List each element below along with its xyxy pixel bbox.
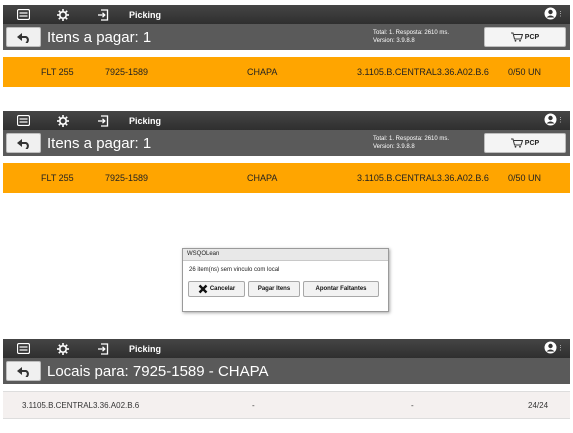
- close-icon: [198, 284, 208, 294]
- pcp-label: PCP: [524, 33, 540, 41]
- undo-icon: [16, 32, 29, 43]
- app-title: Picking: [129, 115, 162, 126]
- gear-icon[interactable]: [43, 339, 83, 358]
- response-info: Total: 1. Resposta: 2610 ms. Version: 3.…: [373, 29, 449, 45]
- location-code: 3.1105.B.CENTRAL3.36.A02.B.6: [22, 401, 140, 410]
- overflow-dots-icon: ⋮: [557, 10, 564, 18]
- overflow-dots-icon: ⋮: [557, 116, 564, 124]
- cart-icon: [510, 138, 523, 148]
- cancel-button[interactable]: Cancelar: [188, 281, 245, 297]
- item-part-number: 7925-1589: [105, 67, 149, 77]
- dialog-buttons: Cancelar Pagar Itens Apontar Faltantes: [183, 281, 388, 297]
- user-menu[interactable]: ⋮: [544, 113, 564, 126]
- menu-list-icon[interactable]: [3, 339, 43, 358]
- item-code: FLT 255: [41, 67, 74, 77]
- overflow-dots-icon: ⋮: [557, 344, 564, 352]
- item-description: CHAPA: [247, 173, 278, 183]
- screen-locais: Picking ⋮ Locais para: 7925-1589 - CHAPA…: [3, 339, 570, 432]
- undo-icon: [16, 366, 29, 377]
- item-row[interactable]: FLT 255 7925-1589 CHAPA 3.1105.B.CENTRAL…: [3, 163, 570, 193]
- version-text: Version: 3.9.8.8: [373, 38, 415, 44]
- gear-icon[interactable]: [43, 111, 83, 130]
- item-row[interactable]: FLT 255 7925-1589 CHAPA 3.1105.B.CENTRAL…: [3, 57, 570, 87]
- user-menu[interactable]: ⋮: [544, 7, 564, 20]
- app-title: Picking: [129, 343, 162, 354]
- pcp-button[interactable]: PCP: [484, 133, 566, 153]
- back-button[interactable]: [6, 133, 41, 153]
- item-description: CHAPA: [247, 67, 278, 77]
- back-button[interactable]: [6, 361, 41, 381]
- user-icon: [544, 113, 557, 126]
- pay-items-label: Pagar Itens: [257, 286, 291, 292]
- top-toolbar: Picking ⋮: [3, 5, 570, 24]
- pcp-label: PCP: [524, 139, 540, 147]
- response-info: Total: 1. Resposta: 2610 ms. Version: 3.…: [373, 135, 449, 151]
- response-time: Total: 1. Resposta: 2610 ms.: [373, 30, 450, 36]
- item-quantity: 0/50 UN: [508, 67, 542, 77]
- top-toolbar: Picking ⋮: [3, 339, 570, 358]
- location-col3: -: [411, 401, 414, 410]
- back-button[interactable]: [6, 27, 41, 47]
- dialog-message: 26 item(ns) sem vinculo com local: [189, 267, 280, 273]
- header-bar: Locais para: 7925-1589 - CHAPA: [3, 358, 570, 384]
- logout-icon[interactable]: [83, 5, 123, 24]
- report-missing-button[interactable]: Apontar Faltantes: [303, 281, 379, 297]
- screen-itens-a-pagar-dialog: Picking ⋮ Itens a pagar: 1 Total: 1. Res…: [3, 111, 570, 325]
- page-title: Locais para: 7925-1589 - CHAPA: [47, 362, 269, 380]
- header-bar: Itens a pagar: 1 Total: 1. Resposta: 261…: [3, 24, 570, 50]
- user-menu[interactable]: ⋮: [544, 341, 564, 354]
- pcp-button[interactable]: PCP: [484, 27, 566, 47]
- cancel-label: Cancelar: [209, 286, 236, 292]
- pay-items-button[interactable]: Pagar Itens: [248, 281, 300, 297]
- top-toolbar: Picking ⋮: [3, 111, 570, 130]
- item-code: FLT 255: [41, 173, 74, 183]
- user-icon: [544, 341, 557, 354]
- header-bar: Itens a pagar: 1 Total: 1. Resposta: 261…: [3, 130, 570, 156]
- gear-icon[interactable]: [43, 5, 83, 24]
- page-title: Itens a pagar: 1: [47, 134, 152, 152]
- item-location: 3.1105.B.CENTRAL3.36.A02.B.6: [357, 173, 489, 183]
- location-col2: -: [252, 401, 255, 410]
- confirm-dialog: WSQOLean 26 item(ns) sem vinculo com loc…: [182, 248, 389, 312]
- undo-icon: [16, 138, 29, 149]
- logout-icon[interactable]: [83, 339, 123, 358]
- dialog-title: WSQOLean: [183, 249, 388, 261]
- screen-itens-a-pagar: Picking ⋮ Itens a pagar: 1 Total: 1. Res…: [3, 5, 570, 93]
- item-part-number: 7925-1589: [105, 173, 149, 183]
- response-time: Total: 1. Resposta: 2610 ms.: [373, 136, 450, 142]
- version-text: Version: 3.9.8.8: [373, 144, 415, 150]
- report-missing-label: Apontar Faltantes: [315, 286, 367, 292]
- location-row[interactable]: 3.1105.B.CENTRAL3.36.A02.B.6 - - 24/24: [3, 391, 570, 419]
- menu-list-icon[interactable]: [3, 5, 43, 24]
- app-title: Picking: [129, 9, 162, 20]
- item-location: 3.1105.B.CENTRAL3.36.A02.B.6: [357, 67, 489, 77]
- page-title: Itens a pagar: 1: [47, 28, 152, 46]
- item-quantity: 0/50 UN: [508, 173, 542, 183]
- menu-list-icon[interactable]: [3, 111, 43, 130]
- location-quantity: 24/24: [528, 401, 549, 410]
- cart-icon: [510, 32, 523, 42]
- user-icon: [544, 7, 557, 20]
- logout-icon[interactable]: [83, 111, 123, 130]
